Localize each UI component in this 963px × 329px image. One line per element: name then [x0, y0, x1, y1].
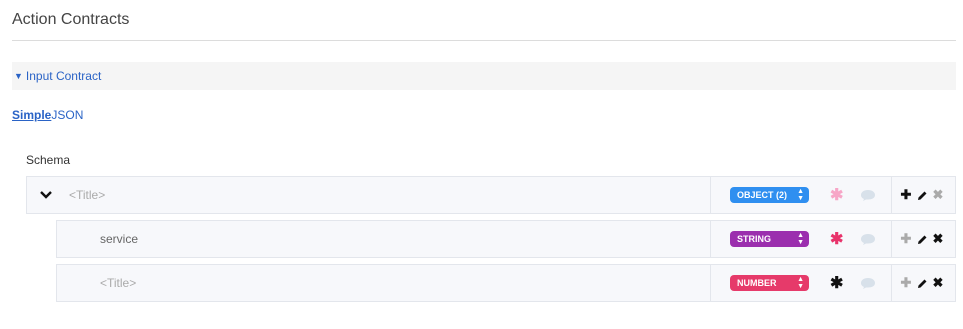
comment-icon[interactable] — [861, 233, 876, 245]
required-asterisk-icon[interactable]: ✱ — [830, 229, 843, 249]
title-input[interactable]: <Title> — [100, 276, 136, 290]
sort-arrows-icon: ▲ ▼ — [797, 188, 804, 202]
required-asterisk-icon[interactable]: ✱ — [830, 185, 843, 205]
collapse-chevron-icon[interactable] — [31, 191, 61, 199]
add-icon[interactable]: ✚ — [900, 187, 912, 202]
type-label: STRING — [737, 234, 772, 244]
input-contract-accordion[interactable]: ▼ Input Contract — [12, 62, 956, 90]
delete-icon[interactable]: ✖ — [932, 275, 944, 290]
comment-icon[interactable] — [861, 277, 876, 289]
schema-row-service: service STRING ▲ ▼ ✱ ✚ ✖ — [56, 220, 956, 258]
type-select[interactable]: OBJECT (2) ▲ ▼ — [730, 187, 809, 203]
schema-row-root: <Title> OBJECT (2) ▲ ▼ ✱ ✚ ✖ — [26, 176, 956, 214]
edit-pencil-icon[interactable] — [916, 277, 928, 289]
sort-arrows-icon: ▲ ▼ — [797, 232, 804, 246]
schema-row-number: <Title> NUMBER ▲ ▼ ✱ ✚ ✖ — [56, 264, 956, 302]
type-label: OBJECT (2) — [737, 190, 788, 200]
required-asterisk-icon[interactable]: ✱ — [830, 273, 843, 293]
sort-arrows-icon: ▲ ▼ — [797, 276, 804, 290]
type-select[interactable]: NUMBER ▲ ▼ — [730, 275, 809, 291]
type-select[interactable]: STRING ▲ ▼ — [730, 231, 809, 247]
type-label: NUMBER — [737, 278, 777, 288]
title-divider — [12, 40, 956, 41]
mode-tabs: Simple JSON — [12, 108, 83, 122]
edit-pencil-icon[interactable] — [916, 189, 928, 201]
caret-down-icon: ▼ — [14, 71, 23, 81]
delete-icon[interactable]: ✖ — [932, 187, 944, 202]
add-icon[interactable]: ✚ — [900, 231, 912, 246]
tab-json[interactable]: JSON — [51, 108, 83, 122]
accordion-label: Input Contract — [25, 69, 102, 83]
schema-label: Schema — [26, 153, 71, 167]
edit-pencil-icon[interactable] — [916, 233, 928, 245]
field-name-input[interactable]: service — [100, 232, 138, 246]
add-icon[interactable]: ✚ — [900, 275, 912, 290]
title-input[interactable]: <Title> — [69, 188, 105, 202]
comment-icon[interactable] — [861, 189, 876, 201]
tab-simple[interactable]: Simple — [12, 108, 51, 122]
page-title: Action Contracts — [12, 11, 130, 28]
delete-icon[interactable]: ✖ — [932, 231, 944, 246]
